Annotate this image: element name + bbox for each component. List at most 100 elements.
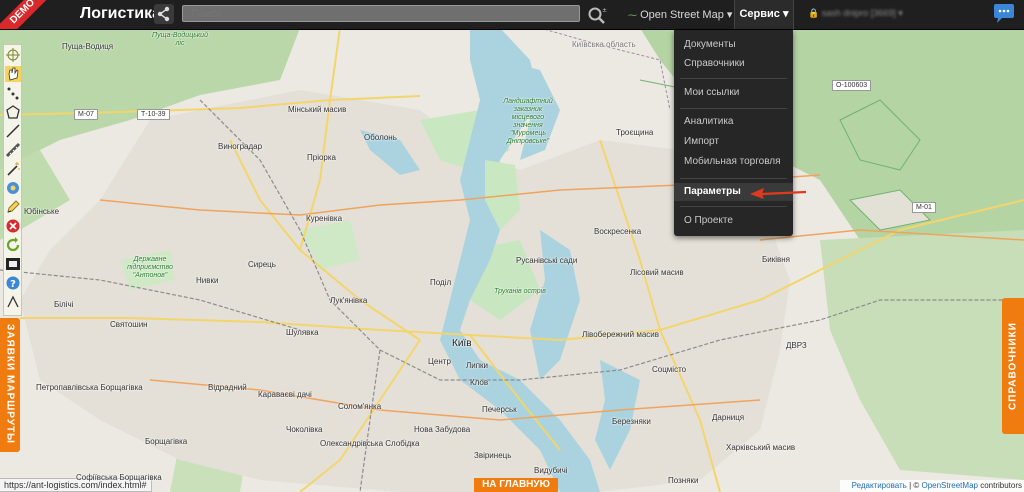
attribution-contributors: contributors bbox=[977, 481, 1022, 490]
home-button[interactable]: НА ГЛАВНУЮ bbox=[474, 478, 558, 492]
top-bar: DEMO Логистика ± ⁓ Open Street Map ▾ Сер… bbox=[0, 0, 1024, 30]
place-label: Русанівські сади bbox=[516, 256, 578, 265]
map-canvas[interactable] bbox=[0, 0, 1024, 492]
service-menu-button[interactable]: Сервис ▾ bbox=[734, 0, 794, 29]
place-label: Караваєві дачі bbox=[258, 390, 312, 399]
road-shield: Т-10-39 bbox=[137, 109, 170, 120]
park-label: Ландшафтний заказник місцевого значення … bbox=[503, 98, 553, 145]
demo-ribbon-wrap: DEMO bbox=[0, 0, 50, 29]
share-icon bbox=[157, 6, 170, 22]
service-dropdown: Документы Справочники Мои ссылки Аналити… bbox=[674, 30, 793, 236]
place-label: Шулявка bbox=[286, 328, 319, 337]
edit-pencil-icon[interactable] bbox=[5, 199, 21, 215]
place-label: Соцмісто bbox=[652, 365, 687, 374]
place-label: Березняки bbox=[612, 417, 651, 426]
place-label: Лівобережний масив bbox=[582, 330, 659, 339]
map-tools-toolbar: ? bbox=[3, 44, 22, 316]
crosshair-icon[interactable] bbox=[5, 47, 21, 63]
menu-separator bbox=[680, 108, 787, 109]
user-menu[interactable]: 🔒 sash dnipro [3669] ▾ bbox=[808, 8, 903, 19]
routes-icon[interactable] bbox=[5, 294, 21, 310]
video-icon[interactable] bbox=[5, 256, 21, 272]
park-label: Пуща-Водицький ліс bbox=[152, 32, 208, 47]
polygon-icon[interactable] bbox=[5, 104, 21, 120]
magic-wand-icon[interactable] bbox=[5, 161, 21, 177]
map-layer-icon: ⁓ bbox=[628, 10, 637, 20]
attribution-separator: | © bbox=[906, 481, 922, 490]
requests-routes-tab[interactable]: ЗАЯВКИ МАРШРУТЫ bbox=[0, 318, 20, 452]
place-label: Нова Забудова bbox=[414, 425, 471, 434]
place-label: Мінський масив bbox=[288, 105, 347, 114]
search-input[interactable] bbox=[189, 7, 563, 21]
menu-item-mobile-trade[interactable]: Мобильная торговля bbox=[674, 153, 793, 171]
lock-icon: 🔒 bbox=[808, 8, 820, 18]
place-label: Поділ bbox=[430, 278, 452, 287]
map-attribution: Редактировать | © OpenStreetMap contribu… bbox=[840, 480, 1024, 492]
road-shield: М-01 bbox=[912, 202, 936, 213]
annotation-arrow-icon bbox=[750, 188, 807, 199]
place-label: Харківський масив bbox=[726, 443, 796, 452]
menu-separator bbox=[680, 178, 787, 179]
place-label: Липки bbox=[466, 361, 489, 370]
hand-pan-icon[interactable] bbox=[5, 66, 21, 82]
place-label: ДВРЗ bbox=[786, 341, 807, 350]
place-label: Чоколівка bbox=[286, 425, 323, 434]
points-icon[interactable] bbox=[5, 85, 21, 101]
place-label: Виноградар bbox=[218, 142, 263, 151]
menu-item-analytics[interactable]: Аналитика bbox=[674, 113, 793, 131]
road-shield: М-07 bbox=[74, 109, 98, 120]
place-label: Дарниця bbox=[712, 413, 745, 422]
search-field[interactable] bbox=[182, 5, 580, 22]
search-icon[interactable]: ± bbox=[586, 4, 608, 26]
edit-map-link[interactable]: Редактировать bbox=[852, 481, 907, 490]
park-label: Державне підприємство "Антонов" bbox=[127, 256, 173, 279]
menu-item-my-links[interactable]: Мои ссылки bbox=[674, 84, 793, 102]
place-label: Борщагівка bbox=[145, 437, 188, 446]
place-label: Троєщина bbox=[616, 128, 654, 137]
map-layer-label: Open Street Map ▾ bbox=[640, 9, 733, 21]
requests-routes-tab-label: ЗАЯВКИ МАРШРУТЫ bbox=[4, 324, 16, 444]
settings-gear-icon[interactable] bbox=[5, 180, 21, 196]
ruler-icon[interactable] bbox=[5, 142, 21, 158]
line-draw-icon[interactable] bbox=[5, 123, 21, 139]
menu-separator bbox=[680, 206, 787, 207]
map-layer-select[interactable]: ⁓ Open Street Map ▾ bbox=[628, 8, 732, 21]
menu-item-import[interactable]: Импорт bbox=[674, 133, 793, 151]
menu-separator bbox=[680, 78, 787, 79]
place-label: Видубичі bbox=[534, 466, 568, 475]
place-label: Київ bbox=[452, 338, 472, 349]
place-label: Софіївська Борщагівка bbox=[76, 473, 162, 482]
references-tab-label: СПРАВОЧНИКИ bbox=[1007, 322, 1019, 410]
svg-text:?: ? bbox=[10, 279, 16, 290]
place-label: Відрадний bbox=[208, 383, 247, 392]
menu-item-references[interactable]: Справочники bbox=[674, 55, 793, 73]
place-label: Святошин bbox=[110, 320, 148, 329]
place-label: Позняки bbox=[668, 476, 699, 485]
place-label: Лісовий масив bbox=[630, 268, 684, 277]
place-label: Білічі bbox=[54, 300, 74, 309]
refresh-icon[interactable] bbox=[5, 237, 21, 253]
place-label: Нивки bbox=[196, 276, 219, 285]
delete-icon[interactable] bbox=[5, 218, 21, 234]
place-label: Воскресенка bbox=[594, 227, 642, 236]
osm-link[interactable]: OpenStreetMap bbox=[921, 481, 977, 490]
references-tab[interactable]: СПРАВОЧНИКИ bbox=[1002, 298, 1024, 434]
chat-icon[interactable] bbox=[992, 3, 1016, 25]
park-label: Труханів острів bbox=[494, 288, 546, 295]
demo-badge: DEMO bbox=[0, 0, 50, 29]
place-label: Пріорка bbox=[307, 153, 336, 162]
menu-item-about[interactable]: О Проекте bbox=[674, 212, 793, 230]
help-icon[interactable]: ? bbox=[5, 275, 21, 291]
place-label: Куренівка bbox=[306, 214, 343, 223]
place-label: Лук'янівка bbox=[330, 296, 368, 305]
place-label: Олександрівська Слобідка bbox=[320, 439, 420, 448]
app-title[interactable]: Логистика bbox=[80, 5, 161, 23]
place-label: Центр bbox=[428, 357, 451, 366]
share-button[interactable] bbox=[154, 4, 174, 24]
menu-item-documents[interactable]: Документы bbox=[674, 36, 793, 54]
user-label: sash dnipro [3669] ▾ bbox=[821, 8, 903, 18]
svg-text:±: ± bbox=[602, 7, 607, 14]
road-shield: О-100603 bbox=[832, 80, 872, 91]
place-label: Биківня bbox=[762, 255, 790, 264]
place-label: Сирець bbox=[248, 260, 276, 269]
